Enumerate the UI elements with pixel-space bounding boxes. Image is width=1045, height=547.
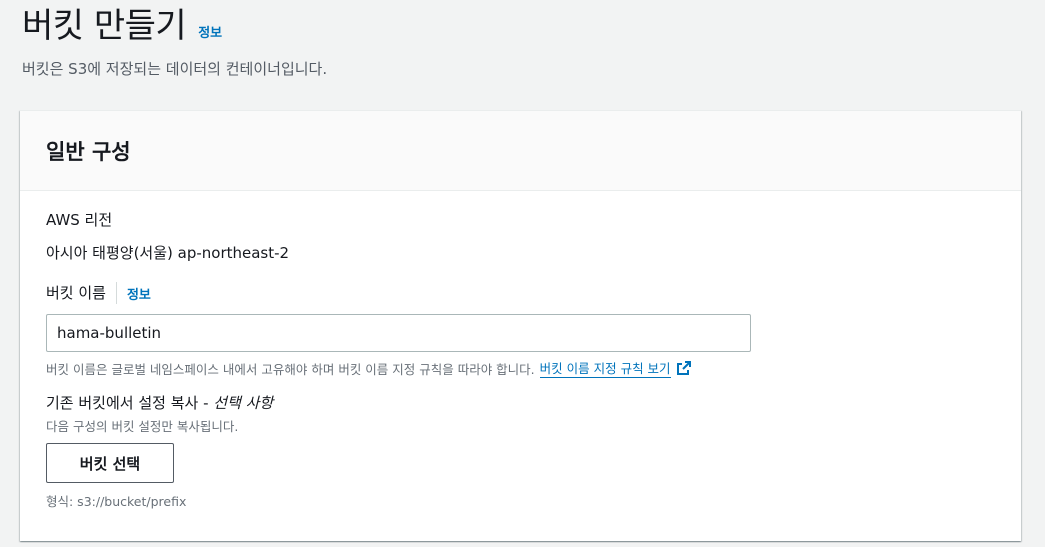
bucket-name-input[interactable]: hama-bulletin (46, 314, 751, 352)
external-link-icon[interactable] (676, 360, 692, 376)
bucket-name-label-row: 버킷 이름 정보 (46, 282, 995, 304)
region-value: 아시아 태평양(서울) ap-northeast-2 (46, 244, 290, 262)
panel-title: 일반 구성 (46, 139, 131, 164)
naming-rules-link-label: 버킷 이름 지정 규칙 보기 (539, 361, 671, 376)
naming-rules-link[interactable]: 버킷 이름 지정 규칙 보기 (539, 358, 671, 378)
header-info-link[interactable]: 정보 (198, 22, 222, 41)
copy-settings-label-text: 기존 버킷에서 설정 복사 - (46, 394, 214, 412)
label-divider (115, 282, 117, 304)
general-config-panel: 일반 구성 AWS 리전 아시아 태평양(서울) ap-northeast-2 … (20, 110, 1021, 541)
page-title: 버킷 만들기 (22, 6, 187, 46)
copy-settings-label: 기존 버킷에서 설정 복사 - 선택 사항 (46, 392, 995, 414)
panel-body: AWS 리전 아시아 태평양(서울) ap-northeast-2 버킷 이름 … (20, 191, 1021, 510)
bucket-name-input-value: hama-bulletin (57, 324, 162, 342)
bucket-name-constraint: 버킷 이름은 글로벌 네임스페이스 내에서 고유해야 하며 버킷 이름 지정 규… (46, 358, 995, 378)
region-label: AWS 리전 (46, 211, 113, 229)
page-description: 버킷은 S3에 저장되는 데이터의 컨테이너입니다. (22, 60, 328, 78)
choose-bucket-button[interactable]: 버킷 선택 (46, 443, 174, 483)
format-hint: 형식: s3://bucket/prefix (46, 494, 187, 509)
optional-tag: 선택 사항 (213, 394, 274, 412)
panel-header: 일반 구성 (20, 111, 1021, 191)
constraint-text: 버킷 이름은 글로벌 네임스페이스 내에서 고유해야 하며 버킷 이름 지정 규… (46, 361, 535, 377)
copy-settings-description: 다음 구성의 버킷 설정만 복사됩니다. (46, 419, 239, 434)
page-header: 버킷 만들기 정보 버킷은 S3에 저장되는 데이터의 컨테이너입니다. (22, 2, 1025, 79)
bucket-name-label: 버킷 이름 (46, 284, 106, 302)
title-row: 버킷 만들기 정보 (22, 2, 1025, 50)
bucket-name-info-link[interactable]: 정보 (127, 284, 151, 303)
page: 버킷 만들기 정보 버킷은 S3에 저장되는 데이터의 컨테이너입니다. 일반 … (0, 0, 1045, 547)
